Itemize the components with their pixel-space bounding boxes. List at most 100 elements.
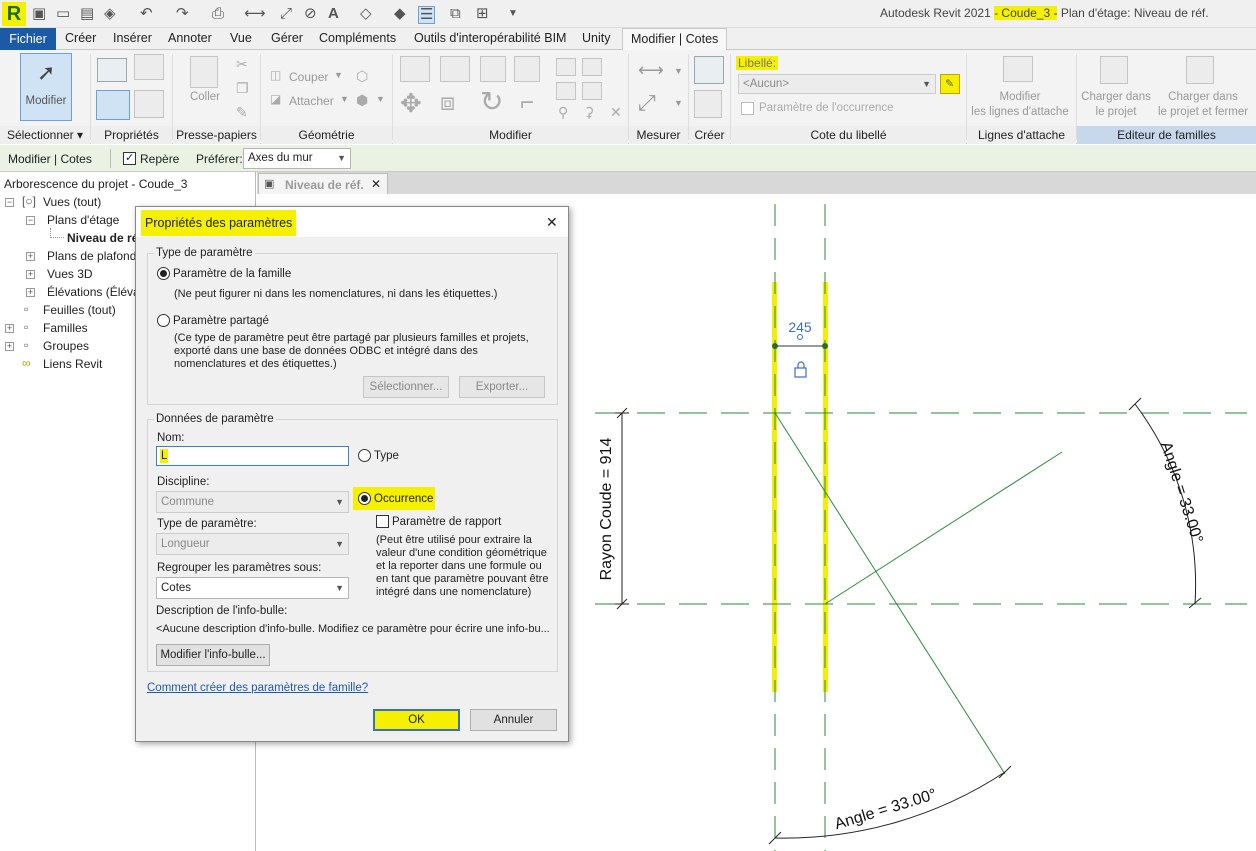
tree-item-elevations[interactable]: Élévations (Élévat [47,285,143,299]
modifier-button[interactable]: ➚ Modifier [20,53,72,121]
create-similar-icon[interactable] [694,56,724,84]
mirror-axis-icon[interactable] [480,56,506,82]
select-button[interactable]: Sélectionner... [363,376,449,398]
view-tab-niveau-ref[interactable]: ▣ Niveau de réf. ✕ [258,173,388,194]
radius-label[interactable]: Rayon Coude = 914 [598,438,615,581]
tree-item-vues-3d[interactable]: Vues 3D [47,267,93,281]
print-icon[interactable]: ⎙ [212,6,224,22]
tab-unity[interactable]: Unity [582,31,610,45]
load-into-project-icon[interactable] [1100,56,1128,84]
dim-grip-right[interactable] [822,343,828,349]
aligned-dimension-icon[interactable]: ⤢ [638,90,656,116]
sync-icon[interactable]: ◈ [104,6,116,22]
param-type-select[interactable]: Longueur ▼ [156,533,349,555]
tree-item-familles[interactable]: Familles [43,321,88,335]
dimension-icon[interactable]: ⤢ [280,6,292,22]
ok-button[interactable]: OK [373,709,460,731]
offset-icon[interactable] [440,56,470,82]
preferer-select[interactable]: Axes du mur ▼ [243,148,351,169]
tab-complements[interactable]: Compléments [319,31,396,45]
text-icon[interactable]: A [328,6,339,22]
panel-selectionner[interactable]: Sélectionner ▾ [0,126,90,144]
measure-distance-icon[interactable]: ⟷ [638,60,664,81]
label-parameters-button[interactable]: ✎ [940,74,960,94]
tag-icon[interactable]: ⊘ [304,6,317,22]
collapse-icon[interactable]: − [26,216,35,225]
paint-dropdown-icon[interactable]: ▼ [376,94,385,104]
close-icon[interactable]: ✕ [371,177,381,191]
element-props-icon[interactable] [96,90,130,120]
type-selector-icon[interactable] [134,90,164,118]
couper-label[interactable]: Couper [289,70,328,84]
tree-item-liens-revit[interactable]: Liens Revit [43,357,102,371]
thin-lines-icon[interactable]: ☰ [418,6,436,24]
cut-icon[interactable]: ✂ [236,56,248,73]
dimension-dropdown-icon[interactable]: ▼ [674,98,683,108]
trim-icon[interactable]: ⌐ [520,90,534,116]
edit-tooltip-button[interactable]: Modifier l'info-bulle... [156,644,270,666]
collapse-icon[interactable]: − [5,198,14,207]
charger-projet-label-1[interactable]: Charger dans [1076,90,1156,104]
wall-joins-icon[interactable]: ⬡ [356,68,368,85]
edit-witness-lines-icon[interactable] [1003,56,1033,82]
paint-icon[interactable]: ⬢ [356,92,368,109]
tab-annoter[interactable]: Annoter [168,31,212,45]
report-param-checkbox[interactable] [376,515,389,528]
discipline-select[interactable]: Commune ▼ [156,491,349,513]
pin-icon[interactable]: ⚲ [558,104,568,121]
couper-dropdown-icon[interactable]: ▼ [334,70,343,80]
split-gap-icon[interactable] [582,58,602,76]
tab-creer[interactable]: Créer [65,31,96,45]
close-icon[interactable]: ✕ [546,214,558,231]
name-input[interactable]: L [156,446,349,466]
tree-item-plans-plafond[interactable]: Plans de plafond [47,249,136,263]
paste-icon[interactable] [190,56,218,88]
attacher-dropdown-icon[interactable]: ▼ [340,94,349,104]
group-under-select[interactable]: Cotes ▼ [156,577,349,599]
tab-fichier[interactable]: Fichier [0,28,56,50]
array-icon[interactable] [556,82,576,100]
mirror-draw-icon[interactable] [514,56,540,82]
3d-view-icon[interactable]: ◇ [360,6,372,22]
tab-interop-bim[interactable]: Outils d'interopérabilité BIM [414,31,566,45]
expand-icon[interactable]: + [5,324,14,333]
home-icon[interactable]: ▣ [32,6,46,22]
charger-fermer-label-1[interactable]: Charger dans [1156,90,1250,104]
redo-icon[interactable]: ↷ [176,6,189,22]
tree-item-plans-etage[interactable]: Plans d'étage [47,213,119,227]
dim-value-245[interactable]: 245 [788,319,812,335]
load-and-close-icon[interactable] [1186,56,1214,84]
attacher-label[interactable]: Attacher [289,94,334,108]
tab-vue[interactable]: Vue [230,31,252,45]
expand-icon[interactable]: + [26,288,35,297]
tab-gerer[interactable]: Gérer [271,31,303,45]
save-icon[interactable]: ▤ [80,6,94,22]
libelle-select[interactable]: <Aucun> ▼ [738,74,936,94]
tree-item-groupes[interactable]: Groupes [43,339,89,353]
align-icon[interactable] [400,56,430,82]
copy-icon[interactable]: ❐ [236,80,249,97]
repere-checkbox[interactable]: ✓ [123,152,136,165]
tree-item-feuilles[interactable]: Feuilles (tout) [43,303,116,317]
undo-icon[interactable]: ↶ [140,6,153,22]
tab-modifier-cotes[interactable]: Modifier | Cotes [622,28,728,51]
tree-item-niveau-ref[interactable]: Niveau de réf. [67,231,137,245]
type-radio[interactable] [358,449,371,462]
properties-icon[interactable] [134,54,164,80]
tree-item-vues[interactable]: Vues (tout) [43,195,101,209]
delete-icon[interactable]: ✕ [610,104,622,121]
unpin-icon[interactable]: ⚳ [584,104,594,121]
charger-fermer-label-2[interactable]: le projet et fermer [1156,105,1250,119]
shared-param-radio[interactable] [157,314,170,327]
match-props-icon[interactable]: ✎ [236,104,248,121]
help-link[interactable]: Comment créer des paramètres de famille? [147,682,368,694]
split-icon[interactable] [556,58,576,76]
open-icon[interactable]: ▭ [56,6,70,22]
charger-projet-label-2[interactable]: le projet [1076,105,1156,119]
customize-qa-icon[interactable]: ▼ [508,6,518,22]
family-param-radio[interactable] [157,267,170,280]
expand-icon[interactable]: + [26,270,35,279]
measure-dropdown-icon[interactable]: ▼ [674,66,683,76]
type-properties-icon[interactable] [97,58,127,82]
section-icon[interactable]: ◆ [394,6,406,22]
